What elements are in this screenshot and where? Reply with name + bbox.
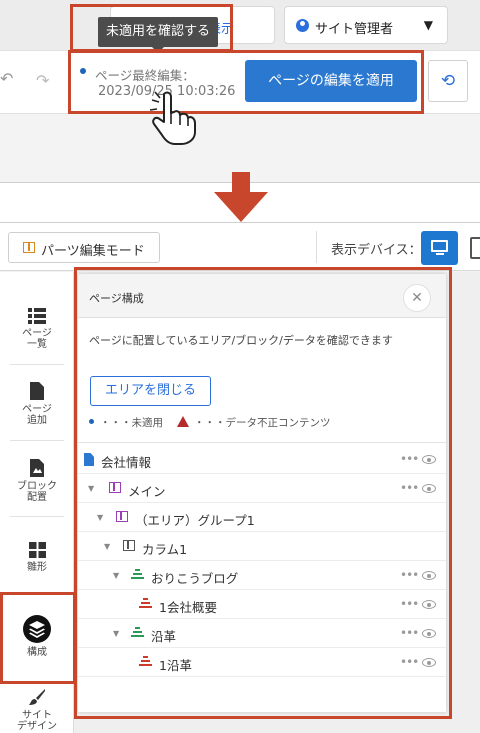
undo-icon[interactable]: ↶	[0, 69, 22, 95]
highlight-box-structure-panel	[74, 267, 452, 719]
desktop-device-button[interactable]	[421, 231, 458, 265]
sidebar-divider	[10, 440, 64, 441]
desktop-icon	[431, 240, 448, 252]
highlight-box-structure-button	[0, 592, 76, 684]
sidebar-divider	[10, 516, 64, 517]
tutorial-screenshot: 公開画面を表示 サイト管理者 ▼ ↶ ↷ ページ最終編集： 2023/09/25…	[0, 0, 480, 733]
editor-toolbar: パーツ編集モード 表示デバイス：	[0, 223, 480, 271]
site-admin-dropdown[interactable]: サイト管理者 ▼	[284, 6, 448, 44]
sidebar-item-label: 雛形	[27, 562, 47, 573]
page-add-icon	[30, 382, 44, 400]
sidebar-item-site-design[interactable]: サイト デザイン	[0, 688, 74, 732]
block-place-icon	[30, 459, 44, 477]
brush-icon	[29, 689, 45, 705]
history-icon[interactable]: ⟲	[428, 60, 468, 102]
display-device-label: 表示デバイス：	[331, 243, 422, 258]
desktop-icon-stand	[436, 253, 444, 255]
highlight-box-tooltip	[70, 4, 233, 52]
sidebar-item-page-add[interactable]: ページ 追加	[0, 382, 74, 426]
parts-edit-mode-label: パーツ編集モード	[41, 244, 145, 259]
sidebar-item-template[interactable]: 雛形	[0, 542, 74, 573]
redo-icon[interactable]: ↷	[36, 71, 49, 90]
sidebar-item-label: ページ 一覧	[22, 328, 52, 350]
chevron-down-icon: ▼	[423, 18, 433, 32]
down-arrow-icon	[214, 192, 268, 222]
user-icon	[296, 19, 309, 32]
pointer-hand-icon	[149, 91, 196, 145]
sidebar-item-label: ブロック 配置	[17, 481, 57, 503]
highlight-box-last-edit	[68, 50, 424, 114]
down-arrow-shaft	[232, 172, 250, 194]
sidebar-item-page-list[interactable]: ページ 一覧	[0, 308, 74, 350]
toolbar-divider	[316, 231, 317, 263]
list-icon	[28, 308, 46, 324]
site-admin-label: サイト管理者	[315, 22, 394, 37]
sidebar-divider	[10, 364, 64, 365]
parts-edit-mode-button[interactable]: パーツ編集モード	[8, 232, 160, 263]
sidebar-item-label: ページ 追加	[22, 404, 52, 426]
sidebar-item-block-place[interactable]: ブロック 配置	[0, 459, 74, 503]
tablet-icon[interactable]	[470, 237, 480, 259]
top-editor-header: 公開画面を表示 サイト管理者 ▼ ↶ ↷ ページ最終編集： 2023/09/25…	[0, 0, 480, 183]
page-structure-view: パーツ編集モード 表示デバイス： ページ 一覧 ページ 追加 ブロック 配置 雛…	[0, 222, 480, 733]
parts-icon	[23, 242, 35, 253]
sidebar-item-label: サイト デザイン	[17, 710, 57, 732]
template-icon	[28, 542, 46, 558]
